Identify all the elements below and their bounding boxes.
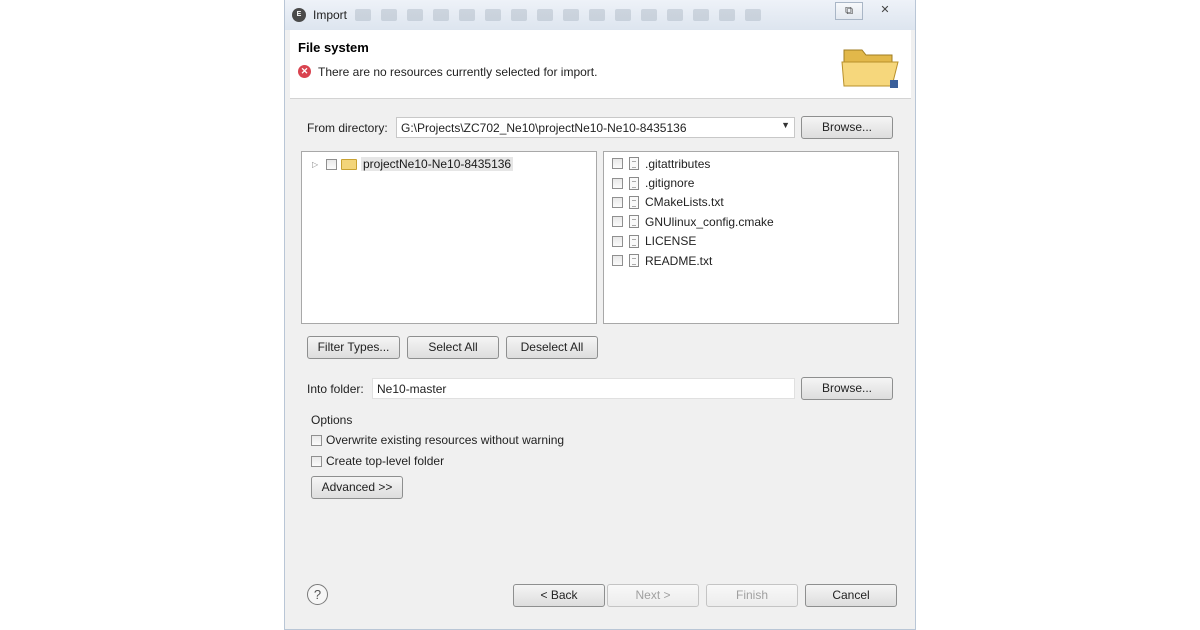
file-icon <box>629 157 639 171</box>
folder-tree-pane[interactable]: ▷ projectNe10-Ne10-8435136 <box>301 151 597 324</box>
cancel-button[interactable]: Cancel <box>805 584 897 607</box>
from-directory-combo[interactable]: G:\Projects\ZC702_Ne10\projectNe10-Ne10-… <box>396 117 795 138</box>
back-button[interactable]: < Back <box>513 584 605 607</box>
import-dialog: E Import ⧉ ✕ File system ✕ There are no … <box>284 0 916 630</box>
create-top-level-label: Create top-level folder <box>326 454 445 468</box>
next-button[interactable]: Next > <box>607 584 699 607</box>
file-checkbox[interactable] <box>612 235 623 247</box>
file-label: LICENSE <box>645 234 697 249</box>
file-row[interactable]: CMakeLists.txt <box>612 193 774 212</box>
options-title: Options <box>311 413 353 427</box>
file-label: .gitignore <box>645 176 695 191</box>
finish-button[interactable]: Finish <box>706 584 798 607</box>
into-folder-input[interactable] <box>373 379 794 398</box>
restore-button[interactable]: ⧉ <box>835 2 863 20</box>
file-row[interactable]: GNUlinux_config.cmake <box>612 212 774 231</box>
into-folder-field[interactable] <box>372 378 795 399</box>
background-toolbar-ghost <box>355 7 795 23</box>
file-icon <box>629 215 639 229</box>
from-directory-value: G:\Projects\ZC702_Ne10\projectNe10-Ne10-… <box>401 121 687 135</box>
create-top-level-checkbox[interactable] <box>311 455 322 467</box>
file-checkbox[interactable] <box>612 255 623 267</box>
tree-item-label: projectNe10-Ne10-8435136 <box>361 157 514 171</box>
file-icon <box>629 234 639 248</box>
filter-types-button[interactable]: Filter Types... <box>307 336 400 359</box>
file-label: GNUlinux_config.cmake <box>645 214 774 229</box>
folder-icon <box>341 158 357 170</box>
file-icon <box>629 176 639 190</box>
file-list: .gitattributes .gitignore CMakeLists.txt… <box>612 154 774 270</box>
file-checkbox[interactable] <box>612 177 623 189</box>
expand-arrow-icon[interactable]: ▷ <box>312 160 322 169</box>
file-checkbox[interactable] <box>612 158 623 170</box>
file-list-pane[interactable]: .gitattributes .gitignore CMakeLists.txt… <box>603 151 899 324</box>
from-directory-label: From directory: <box>307 121 388 135</box>
file-row[interactable]: LICENSE <box>612 232 774 251</box>
folder-open-icon <box>841 49 899 88</box>
file-icon <box>629 254 639 268</box>
help-icon[interactable]: ? <box>307 584 328 605</box>
title-bar: E Import ⧉ ✕ <box>285 0 915 30</box>
file-label: CMakeLists.txt <box>645 195 724 210</box>
page-title: File system <box>298 40 369 55</box>
file-label: .gitattributes <box>645 156 711 171</box>
browse-source-button[interactable]: Browse... <box>801 116 893 139</box>
deselect-all-button[interactable]: Deselect All <box>506 336 598 359</box>
file-checkbox[interactable] <box>612 216 623 228</box>
file-row[interactable]: .gitignore <box>612 173 774 192</box>
overwrite-checkbox[interactable] <box>311 434 322 446</box>
overwrite-option[interactable]: Overwrite existing resources without war… <box>311 433 564 447</box>
advanced-button[interactable]: Advanced >> <box>311 476 403 499</box>
browse-destination-button[interactable]: Browse... <box>801 377 893 400</box>
create-top-level-option[interactable]: Create top-level folder <box>311 454 444 468</box>
dropdown-arrow-icon[interactable]: ▼ <box>781 120 790 130</box>
file-row[interactable]: README.txt <box>612 251 774 270</box>
error-icon: ✕ <box>298 65 311 78</box>
error-message: There are no resources currently selecte… <box>318 65 598 79</box>
file-row[interactable]: .gitattributes <box>612 154 774 173</box>
wizard-header: File system ✕ There are no resources cur… <box>290 30 911 99</box>
file-checkbox[interactable] <box>612 196 623 208</box>
tree-item[interactable]: ▷ projectNe10-Ne10-8435136 <box>312 156 514 172</box>
eclipse-icon: E <box>292 8 306 22</box>
close-button[interactable]: ✕ <box>871 2 899 20</box>
select-all-button[interactable]: Select All <box>407 336 499 359</box>
into-folder-label: Into folder: <box>307 382 364 396</box>
window-title: Import <box>313 8 348 22</box>
tree-item-checkbox[interactable] <box>326 158 337 170</box>
file-icon <box>629 195 639 209</box>
file-label: README.txt <box>645 253 713 268</box>
overwrite-label: Overwrite existing resources without war… <box>326 433 565 447</box>
